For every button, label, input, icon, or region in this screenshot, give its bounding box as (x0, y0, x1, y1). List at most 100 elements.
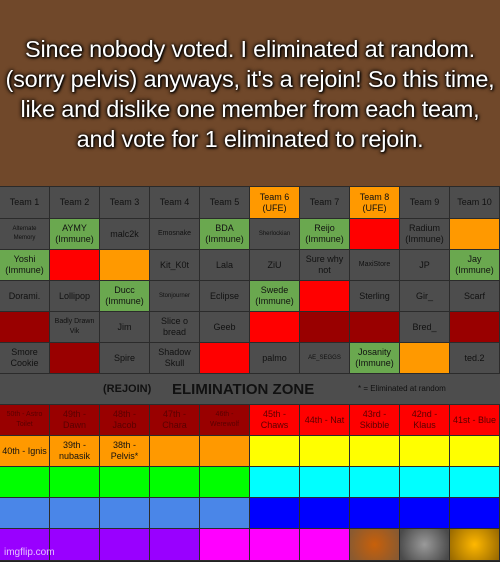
member-cell: palmo (250, 343, 300, 374)
member-cell: malc2k (100, 219, 150, 250)
placement-slot (350, 436, 400, 467)
placement-slot (100, 467, 150, 498)
placement-slot (200, 498, 250, 529)
placement-slot (250, 529, 300, 561)
eliminated-contestant: 43rd - Skibble (350, 405, 400, 436)
member-cell: Badly Drawn Vik (50, 312, 100, 343)
caption-text: Since nobody voted. I eliminated at rand… (5, 36, 495, 152)
placement-slot (50, 529, 100, 561)
placement-slot (200, 436, 250, 467)
team-board: Team 1 Team 2 Team 3 Team 4 Team 5 Team 6 (UF… (0, 186, 500, 562)
placement-slot (200, 529, 250, 561)
eliminated-contestant: 40th - Ignis (0, 436, 50, 467)
eliminated-slot (50, 343, 100, 374)
member-cell: Dorami. (0, 281, 50, 312)
member-cell: Sure why not (300, 250, 350, 281)
eliminated-contestant: 41st - Blue (450, 405, 500, 436)
member-cell: Stonjourner (150, 281, 200, 312)
member-cell: Sherlockian (250, 219, 300, 250)
eliminated-contestant: 50th - Astro Toilet (0, 405, 50, 436)
placement-slot (50, 467, 100, 498)
placement-slot (0, 498, 50, 529)
placement-slot (150, 498, 200, 529)
placement-slot (250, 467, 300, 498)
member-cell: MaxiStore (350, 250, 400, 281)
placement-slot (300, 529, 350, 561)
placement-slot (400, 529, 450, 561)
member-cell: Alternate Memory (0, 219, 50, 250)
team-header: Team 6 (UFE) (250, 187, 300, 219)
team-header: Team 4 (150, 187, 200, 219)
member-cell: Josanity (Immune) (350, 343, 400, 374)
placement-slot (450, 467, 500, 498)
member-cell: Smore Cookie (0, 343, 50, 374)
member-cell: Spire (100, 343, 150, 374)
eliminated-slot (300, 312, 350, 343)
eliminated-slot (50, 250, 100, 281)
placement-slot (250, 498, 300, 529)
member-cell: Emosnake (150, 219, 200, 250)
member-cell: Shadow Skull (150, 343, 200, 374)
placement-slot (350, 467, 400, 498)
elimination-zone-banner: (REJOIN) ELIMINATION ZONE * = Eliminated a… (0, 374, 500, 405)
placement-slot (450, 529, 500, 561)
team-header: Team 9 (400, 187, 450, 219)
member-cell: AE_SEGGS (300, 343, 350, 374)
member-cell: AYMY (Immune) (50, 219, 100, 250)
team-header: Team 2 (50, 187, 100, 219)
elimination-zone-title: ELIMINATION ZONE (172, 381, 315, 398)
placement-slot (300, 436, 350, 467)
eliminated-slot (400, 343, 450, 374)
member-cell: Kit_K0t (150, 250, 200, 281)
random-elimination-note: * = Eliminated at random (358, 384, 446, 393)
placement-slot (300, 467, 350, 498)
eliminated-contestant: 45th - Chaws (250, 405, 300, 436)
member-cell: Slice o bread (150, 312, 200, 343)
member-cell: Geeb (200, 312, 250, 343)
placement-slot (100, 529, 150, 561)
eliminated-contestant: 48th - Jacob (100, 405, 150, 436)
member-cell: Jim (100, 312, 150, 343)
member-cell: Eclipse (200, 281, 250, 312)
member-cell: ZiU (250, 250, 300, 281)
placement-slot (250, 436, 300, 467)
member-cell: BDA (Immune) (200, 219, 250, 250)
caption-area: Since nobody voted. I eliminated at rand… (0, 0, 500, 186)
placement-slot (350, 529, 400, 561)
member-cell: Sterling (350, 281, 400, 312)
member-cell: Jay (Immune) (450, 250, 500, 281)
rejoin-label: (REJOIN) (103, 383, 152, 395)
member-cell: JP (400, 250, 450, 281)
member-cell: Bred_ (400, 312, 450, 343)
watermark: imgflip.com (4, 547, 55, 558)
placement-slot (50, 498, 100, 529)
placement-slot (100, 498, 150, 529)
placement-slot (150, 529, 200, 561)
eliminated-slot (100, 250, 150, 281)
eliminated-slot (450, 312, 500, 343)
placement-slot (450, 436, 500, 467)
team-header: Team 1 (0, 187, 50, 219)
placement-slot (400, 498, 450, 529)
eliminated-slot (350, 219, 400, 250)
team-header: Team 5 (200, 187, 250, 219)
member-cell: ted.2 (450, 343, 500, 374)
eliminated-slot (200, 343, 250, 374)
member-cell: Swede (Immune) (250, 281, 300, 312)
team-header: Team 8 (UFE) (350, 187, 400, 219)
eliminated-slot (300, 281, 350, 312)
placement-slot (150, 436, 200, 467)
placement-slot (400, 467, 450, 498)
eliminated-contestant: 42nd - Klaus (400, 405, 450, 436)
member-cell: Ducc (Immune) (100, 281, 150, 312)
eliminated-contestant: 46th - Werewolf (200, 405, 250, 436)
eliminated-contestant: 49th - Dawn (50, 405, 100, 436)
placement-slot (200, 467, 250, 498)
placement-slot (150, 467, 200, 498)
member-cell: Radium (Immune) (400, 219, 450, 250)
member-cell: Yoshi (Immune) (0, 250, 50, 281)
placement-slot (450, 498, 500, 529)
team-header: Team 7 (300, 187, 350, 219)
member-cell: Lala (200, 250, 250, 281)
placement-slot (0, 467, 50, 498)
